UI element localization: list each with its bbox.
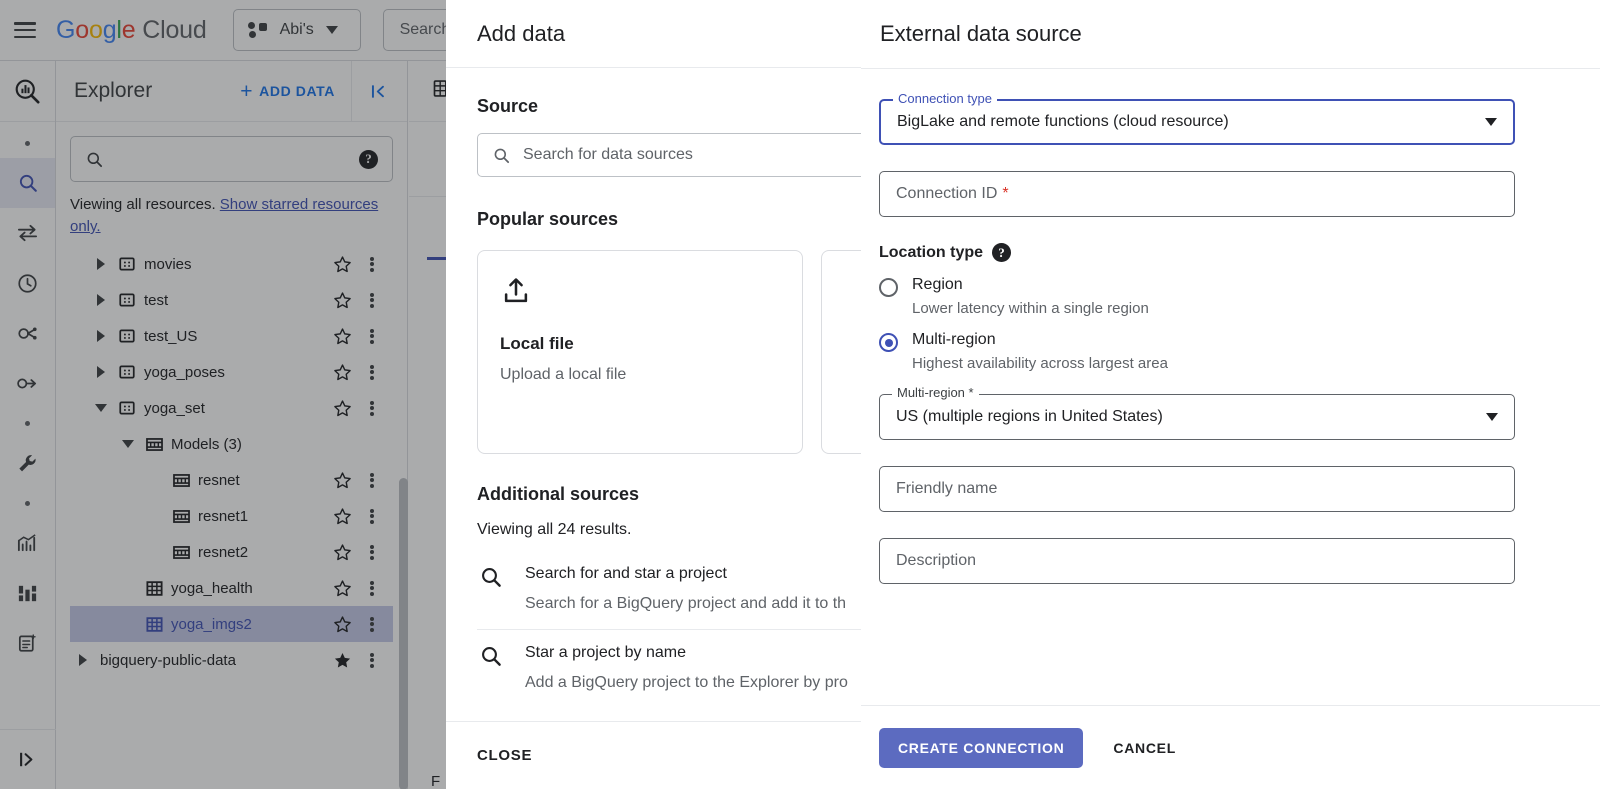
add-data-title: Add data bbox=[446, 0, 861, 68]
additional-source-list: Search for and star a project Search for… bbox=[477, 551, 861, 708]
add-data-body: Source Search for data sources Popular s… bbox=[446, 68, 861, 708]
list-item-title: Search for and star a project bbox=[525, 565, 846, 583]
source-card-next[interactable] bbox=[821, 250, 861, 454]
source-card-title: Local file bbox=[500, 334, 780, 354]
list-item[interactable]: Search for and star a project Search for… bbox=[477, 551, 861, 629]
source-card-subtitle: Upload a local file bbox=[500, 366, 780, 384]
friendly-name-input[interactable]: Friendly name bbox=[879, 466, 1515, 512]
dialog-body: Connection type BigLake and remote funct… bbox=[861, 69, 1600, 705]
location-type-heading: Location type ? bbox=[879, 243, 1600, 262]
external-data-source-dialog: External data source Connection type Big… bbox=[861, 0, 1600, 789]
radio-option-region[interactable]: Region Lower latency within a single reg… bbox=[879, 276, 1600, 327]
list-item-title: Star a project by name bbox=[525, 644, 848, 662]
create-connection-button[interactable]: CREATE CONNECTION bbox=[879, 728, 1083, 768]
source-card-local-file[interactable]: Local file Upload a local file bbox=[477, 250, 803, 454]
multi-region-label: Multi-region * bbox=[892, 386, 979, 400]
connection-type-label: Connection type bbox=[893, 92, 997, 106]
data-source-search-placeholder: Search for data sources bbox=[523, 146, 693, 164]
search-icon bbox=[492, 146, 511, 165]
add-data-panel: Add data Source Search for data sources … bbox=[446, 0, 861, 789]
location-type-label: Location type bbox=[879, 244, 983, 262]
description-input[interactable]: Description bbox=[879, 538, 1515, 584]
multi-region-select[interactable]: Multi-region * US (multiple regions in U… bbox=[879, 394, 1515, 440]
search-icon bbox=[479, 644, 503, 668]
friendly-name-placeholder: Friendly name bbox=[896, 480, 997, 498]
cancel-button[interactable]: CANCEL bbox=[1103, 728, 1186, 768]
radio-option-multi-region[interactable]: Multi-region Highest availability across… bbox=[879, 331, 1600, 382]
chevron-down-icon bbox=[1485, 118, 1497, 126]
close-button[interactable]: CLOSE bbox=[477, 747, 532, 764]
required-marker: * bbox=[1002, 185, 1008, 203]
description-placeholder: Description bbox=[896, 552, 976, 570]
connection-id-placeholder: Connection ID bbox=[896, 185, 997, 203]
radio-multi-region-label: Multi-region bbox=[912, 331, 1168, 349]
radio-region-sublabel: Lower latency within a single region bbox=[912, 300, 1149, 317]
connection-type-value: BigLake and remote functions (cloud reso… bbox=[897, 113, 1229, 131]
screen: Google Cloud Abi's Search bbox=[0, 0, 1600, 803]
radio-region-label: Region bbox=[912, 276, 1149, 294]
list-item-subtitle: Search for a BigQuery project and add it… bbox=[525, 595, 846, 613]
radio-multi-region-sublabel: Highest availability across largest area bbox=[912, 355, 1168, 372]
connection-id-input[interactable]: Connection ID * bbox=[879, 171, 1515, 217]
chevron-down-icon bbox=[1486, 413, 1498, 421]
search-icon bbox=[479, 565, 503, 589]
connection-type-select[interactable]: Connection type BigLake and remote funct… bbox=[879, 99, 1515, 145]
help-icon[interactable]: ? bbox=[992, 243, 1011, 262]
radio-region-input[interactable] bbox=[879, 278, 898, 297]
multi-region-value: US (multiple regions in United States) bbox=[896, 408, 1163, 426]
dialog-footer: CREATE CONNECTION CANCEL bbox=[861, 705, 1600, 789]
popular-source-cards: Local file Upload a local file bbox=[477, 250, 861, 454]
bottom-white-strip bbox=[0, 789, 1600, 803]
source-heading: Source bbox=[477, 96, 861, 117]
upload-icon bbox=[500, 275, 532, 307]
add-data-footer: CLOSE bbox=[446, 721, 861, 789]
popular-sources-heading: Popular sources bbox=[477, 209, 861, 230]
list-item-subtitle: Add a BigQuery project to the Explorer b… bbox=[525, 674, 848, 692]
list-item[interactable]: Star a project by name Add a BigQuery pr… bbox=[477, 629, 861, 708]
radio-multi-region-input[interactable] bbox=[879, 333, 898, 352]
dialog-title: External data source bbox=[861, 0, 1600, 69]
data-source-search-input[interactable]: Search for data sources bbox=[477, 133, 861, 177]
results-count-text: Viewing all 24 results. bbox=[477, 521, 861, 539]
additional-sources-heading: Additional sources bbox=[477, 484, 861, 505]
